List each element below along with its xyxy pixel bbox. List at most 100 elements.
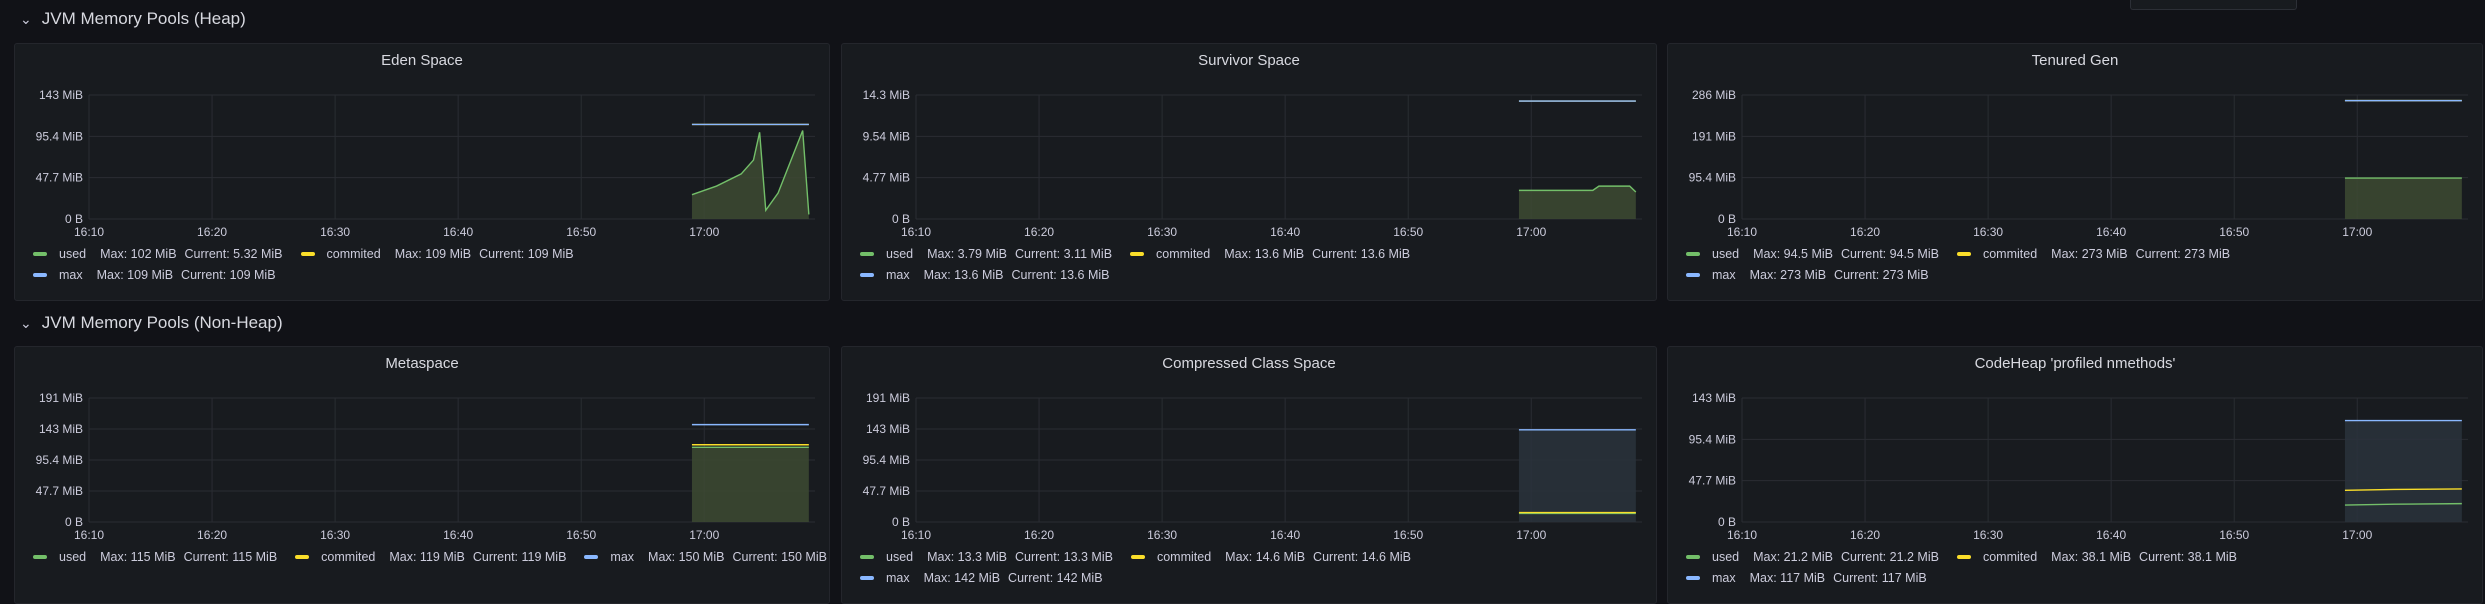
timeseries-plot[interactable]: 0 B 47.7 MiB 95.4 MiB 143 MiB 16:10 16:20 16:3…	[1668, 347, 2484, 547]
legend-current-value: Current: 38.1 MiB	[2139, 549, 2238, 564]
y-tick-label: 191 MiB	[866, 391, 910, 405]
y-tick-label: 191 MiB	[1692, 129, 1736, 143]
series-area-used	[691, 130, 809, 219]
legend-item-commited[interactable]: commited Max: 273 MiB Current: 273 MiB	[1956, 247, 2238, 261]
legend-item-max[interactable]: max Max: 13.6 MiB Current: 13.6 MiB	[860, 268, 1117, 282]
x-tick-label: 16:30	[1147, 528, 1177, 542]
x-tick-label: 16:20	[1850, 225, 1880, 239]
legend-series-name: used	[1712, 246, 1740, 261]
legend-row: used Max: 13.3 MiB Current: 13.3 MiB commit…	[860, 546, 1648, 567]
legend-item-used[interactable]: used Max: 115 MiB Current: 115 MiB	[33, 550, 285, 564]
legend-item-used[interactable]: used Max: 3.79 MiB Current: 3.11 MiB	[860, 247, 1120, 261]
legend-series-name: max	[886, 267, 910, 282]
legend-current-value: Current: 119 MiB	[472, 549, 567, 564]
legend-item-commited[interactable]: commited Max: 14.6 MiB Current: 14.6 MiB	[1130, 549, 1419, 564]
series-area-used	[691, 447, 809, 522]
legend-item-commited[interactable]: commited Max: 13.6 MiB Current: 13.6 MiB	[1130, 247, 1418, 261]
row-header-heap[interactable]: ⌄ JVM Memory Pools (Heap)	[20, 4, 246, 34]
legend-item-commited[interactable]: commited Max: 119 MiB Current: 119 MiB	[295, 550, 574, 564]
x-tick-label: 16:20	[197, 528, 227, 542]
legend-current-value: Current: 94.5 MiB	[1841, 246, 1939, 261]
series-area-max	[2344, 420, 2462, 522]
row-header-non-heap[interactable]: ⌄ JVM Memory Pools (Non-Heap)	[20, 308, 283, 338]
chevron-down-icon: ⌄	[20, 314, 32, 331]
legend-max-value: Max: 3.79 MiB	[927, 246, 1007, 261]
legend-row: used Max: 102 MiB Current: 5.32 MiB commite…	[33, 243, 821, 264]
row-title: JVM Memory Pools (Non-Heap)	[41, 313, 283, 332]
legend-item-max[interactable]: max Max: 109 MiB Current: 109 MiB	[33, 268, 284, 282]
x-tick-label: 16:10	[74, 225, 104, 239]
legend-max-value: Max: 115 MiB	[100, 549, 176, 564]
legend-item-used[interactable]: used Max: 21.2 MiB Current: 21.2 MiB	[1686, 550, 1947, 564]
legend-row: max Max: 117 MiB Current: 117 MiB	[1686, 567, 2474, 588]
legend-item-commited[interactable]: commited Max: 38.1 MiB Current: 38.1 MiB	[1956, 549, 2245, 564]
legend-swatch	[1956, 554, 1971, 559]
legend-series-name: max	[886, 570, 910, 585]
x-tick-label: 16:30	[1973, 528, 2003, 542]
x-tick-label: 16:20	[1850, 528, 1880, 542]
legend-current-value: Current: 14.6 MiB	[1313, 549, 1412, 564]
legend-item-max[interactable]: max Max: 117 MiB Current: 117 MiB	[1686, 571, 1935, 585]
legend-current-value: Current: 3.11 MiB	[1015, 246, 1113, 261]
legend-max-value: Max: 109 MiB	[394, 246, 472, 261]
y-tick-label: 143 MiB	[866, 422, 910, 436]
legend-row: used Max: 21.2 MiB Current: 21.2 MiB commit…	[1686, 546, 2474, 567]
legend-series-name: max	[1712, 267, 1736, 282]
legend-max-value: Max: 94.5 MiB	[1753, 246, 1833, 261]
legend-max-value: Max: 38.1 MiB	[2051, 549, 2132, 564]
legend-item-used[interactable]: used Max: 102 MiB Current: 5.32 MiB	[33, 247, 291, 261]
legend-current-value: Current: 109 MiB	[181, 267, 276, 282]
panel-survivor-space[interactable]: Survivor Space 0 B 4.77 MiB 9.54 MiB 14.3 Mi…	[841, 43, 1657, 301]
x-tick-label: 16:20	[1024, 528, 1054, 542]
legend-item-commited[interactable]: commited Max: 109 MiB Current: 109 MiB	[300, 246, 582, 261]
panel-compressed-class-space[interactable]: Compressed Class Space 0 B 47.7 MiB 95.4 Mi…	[841, 346, 1657, 604]
legend-row: max Max: 142 MiB Current: 142 MiB	[860, 567, 1648, 588]
legend-current-value: Current: 115 MiB	[183, 549, 278, 564]
legend-series-name: used	[886, 549, 914, 564]
y-tick-label: 0 B	[1718, 212, 1736, 226]
panel-codeheap-profiled-nmethods[interactable]: CodeHeap 'profiled nmethods' 0 B 47.7 MiB 9…	[1667, 346, 2483, 604]
x-tick-label: 16:50	[2219, 528, 2249, 542]
x-tick-label: 16:20	[1024, 225, 1054, 239]
legend-item-max[interactable]: max Max: 142 MiB Current: 142 MiB	[860, 571, 1111, 585]
y-tick-label: 0 B	[65, 515, 83, 529]
x-tick-label: 16:10	[901, 528, 931, 542]
panel-tenured-gen[interactable]: Tenured Gen 0 B 95.4 MiB 191 MiB 286 MiB 16:1…	[1667, 43, 2483, 301]
timeseries-plot[interactable]: 0 B 47.7 MiB 95.4 MiB 143 MiB 16:10 16:20 16:3…	[15, 44, 831, 244]
x-tick-label: 16:40	[443, 225, 473, 239]
legend-series-name: commited	[326, 246, 381, 261]
legend-swatch	[1130, 251, 1145, 256]
legend-item-max[interactable]: max Max: 273 MiB Current: 273 MiB	[1686, 268, 1937, 282]
panel-legend: used Max: 102 MiB Current: 5.32 MiB commite…	[33, 243, 821, 285]
x-tick-label: 16:10	[1727, 225, 1757, 239]
x-tick-label: 16:30	[320, 528, 350, 542]
legend-series-name: used	[1712, 549, 1740, 564]
legend-max-value: Max: 13.3 MiB	[927, 549, 1007, 564]
y-tick-label: 95.4 MiB	[1689, 171, 1736, 185]
legend-item-used[interactable]: used Max: 94.5 MiB Current: 94.5 MiB	[1686, 247, 1947, 261]
legend-row: max Max: 13.6 MiB Current: 13.6 MiB	[860, 264, 1648, 285]
y-tick-label: 0 B	[1718, 515, 1736, 529]
x-tick-label: 17:00	[689, 225, 719, 239]
legend-item-max[interactable]: max Max: 150 MiB Current: 150 MiB	[584, 550, 835, 564]
timeseries-plot[interactable]: 0 B 47.7 MiB 95.4 MiB 143 MiB 191 MiB 16:10 16…	[15, 347, 831, 547]
chevron-down-icon: ⌄	[20, 10, 32, 27]
y-tick-label: 0 B	[65, 212, 83, 226]
x-tick-label: 16:10	[901, 225, 931, 239]
panel-eden-space[interactable]: Eden Space 0 B 47.7 MiB 95.4 MiB 143 MiB 16:1…	[14, 43, 830, 301]
legend-current-value: Current: 5.32 MiB	[184, 246, 283, 261]
panel-metaspace[interactable]: Metaspace 0 B 47.7 MiB 95.4 MiB 143 MiB 191 M…	[14, 346, 830, 604]
legend-item-used[interactable]: used Max: 13.3 MiB Current: 13.3 MiB	[860, 550, 1121, 564]
timeseries-plot[interactable]: 0 B 47.7 MiB 95.4 MiB 143 MiB 191 MiB 16:10 16…	[842, 347, 1658, 547]
x-tick-label: 17:00	[2342, 528, 2372, 542]
y-tick-label: 47.7 MiB	[36, 171, 83, 185]
timeseries-plot[interactable]: 0 B 4.77 MiB 9.54 MiB 14.3 MiB 16:10 16:20 16:…	[842, 44, 1658, 244]
x-tick-label: 17:00	[2342, 225, 2372, 239]
y-tick-label: 47.7 MiB	[1689, 474, 1736, 488]
x-tick-label: 16:50	[566, 225, 596, 239]
y-tick-label: 143 MiB	[1692, 391, 1736, 405]
timeseries-plot[interactable]: 0 B 95.4 MiB 191 MiB 286 MiB 16:10 16:20 16:30…	[1668, 44, 2484, 244]
legend-swatch	[1686, 554, 1700, 559]
legend-current-value: Current: 13.6 MiB	[1011, 267, 1110, 282]
legend-swatch	[295, 554, 310, 559]
